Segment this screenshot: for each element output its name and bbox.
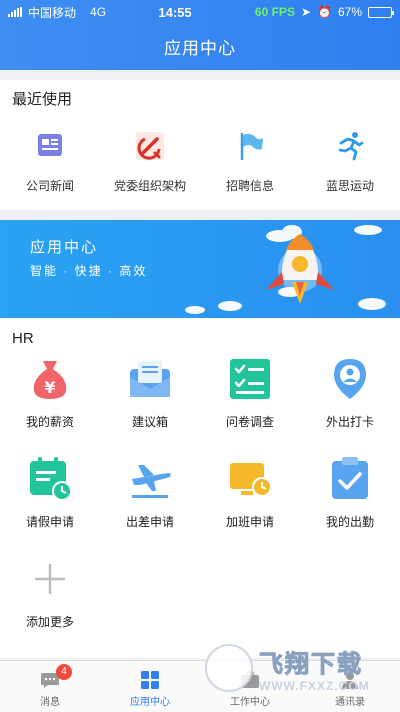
recent-item-news[interactable]: 公司新闻	[5, 129, 95, 194]
leave-calendar-icon	[30, 457, 72, 501]
app-header: 中国移动 4G 14:55 60 FPS ➤ ⏰ 67% 应用中心	[0, 0, 400, 70]
news-icon	[38, 134, 62, 156]
app-survey[interactable]: 问卷调查	[200, 355, 300, 455]
signal-icon	[8, 7, 22, 17]
app-attendance[interactable]: 我的出勤	[300, 455, 400, 555]
tab-messages[interactable]: 4 消息	[0, 661, 100, 712]
app-label: 问卷调查	[225, 415, 274, 429]
recent-section: 最近使用 公司新闻 党委组织架构 招聘信息 蓝思运动	[0, 80, 400, 210]
recent-item-recruitment[interactable]: 招聘信息	[205, 129, 295, 194]
svg-text:¥: ¥	[44, 378, 55, 397]
app-label: 请假申请	[25, 515, 74, 529]
recent-item-sports[interactable]: 蓝思运动	[305, 129, 395, 194]
alarm-icon: ⏰	[317, 5, 332, 19]
overtime-monitor-icon	[230, 463, 272, 497]
apps-grid-icon	[141, 671, 159, 689]
watermark-logo-icon	[205, 644, 253, 692]
network-label: 4G	[90, 5, 107, 19]
app-business-trip[interactable]: 出差申请	[100, 455, 200, 555]
recent-item-label: 党委组织架构	[113, 179, 186, 193]
app-label: 建议箱	[131, 415, 168, 429]
watermark: 飞翔下载 WWW.FXXZ.COM	[205, 640, 395, 696]
status-bar: 中国移动 4G 14:55 60 FPS ➤ ⏰ 67%	[0, 0, 400, 24]
app-leave[interactable]: 请假申请	[0, 455, 100, 555]
hr-title: HR	[12, 330, 34, 347]
mailbox-icon	[130, 361, 170, 397]
app-checkin[interactable]: 外出打卡	[300, 355, 400, 455]
app-label: 我的出勤	[325, 515, 374, 529]
app-label: 我的薪资	[25, 415, 74, 429]
page-title: 应用中心	[164, 39, 236, 58]
app-label: 加班申请	[225, 515, 274, 529]
recent-item-label: 招聘信息	[225, 179, 274, 193]
hr-section: HR ¥ 我的薪资 建议箱 问卷调查 外出打卡 请假申请 出差申请 加班申请 我…	[0, 318, 400, 658]
tab-label: 应用中心	[130, 697, 170, 708]
carrier-label: 中国移动	[28, 5, 77, 20]
unread-badge: 4	[56, 664, 72, 680]
location-pin-icon	[334, 359, 366, 399]
party-emblem-icon	[136, 132, 164, 160]
tab-label: 消息	[40, 697, 60, 708]
app-overtime[interactable]: 加班申请	[200, 455, 300, 555]
recent-item-party-org[interactable]: 党委组织架构	[105, 129, 195, 194]
tab-app-center[interactable]: 应用中心	[100, 661, 200, 712]
status-time: 14:55	[158, 4, 192, 20]
promo-banner[interactable]: 应用中心 智能 · 快捷 · 高效	[0, 220, 400, 318]
app-label: 添加更多	[25, 615, 74, 629]
airplane-icon	[132, 465, 171, 498]
money-bag-icon: ¥	[33, 361, 67, 399]
app-label: 外出打卡	[325, 415, 374, 429]
app-add-more[interactable]: 添加更多	[0, 555, 100, 655]
recent-item-label: 公司新闻	[25, 179, 74, 193]
recent-title: 最近使用	[12, 91, 73, 108]
app-label: 出差申请	[125, 515, 174, 529]
app-suggestion-box[interactable]: 建议箱	[100, 355, 200, 455]
watermark-text: 飞翔下载	[259, 650, 363, 678]
watermark-url: WWW.FXXZ.COM	[259, 678, 370, 693]
banner-subtitle: 智能 · 快捷 · 高效	[30, 264, 148, 278]
app-salary[interactable]: ¥ 我的薪资	[0, 355, 100, 455]
plus-icon	[34, 563, 66, 595]
flag-icon	[240, 132, 263, 161]
running-icon	[338, 132, 364, 161]
recent-item-label: 蓝思运动	[325, 179, 374, 193]
attendance-clipboard-icon	[332, 457, 368, 499]
survey-checklist-icon	[230, 359, 270, 399]
battery-percent: 67%	[337, 5, 362, 19]
battery-icon	[368, 6, 394, 18]
fps-counter: 60 FPS	[254, 5, 295, 19]
location-arrow-icon: ➤	[300, 5, 312, 19]
banner-title: 应用中心	[30, 239, 99, 256]
